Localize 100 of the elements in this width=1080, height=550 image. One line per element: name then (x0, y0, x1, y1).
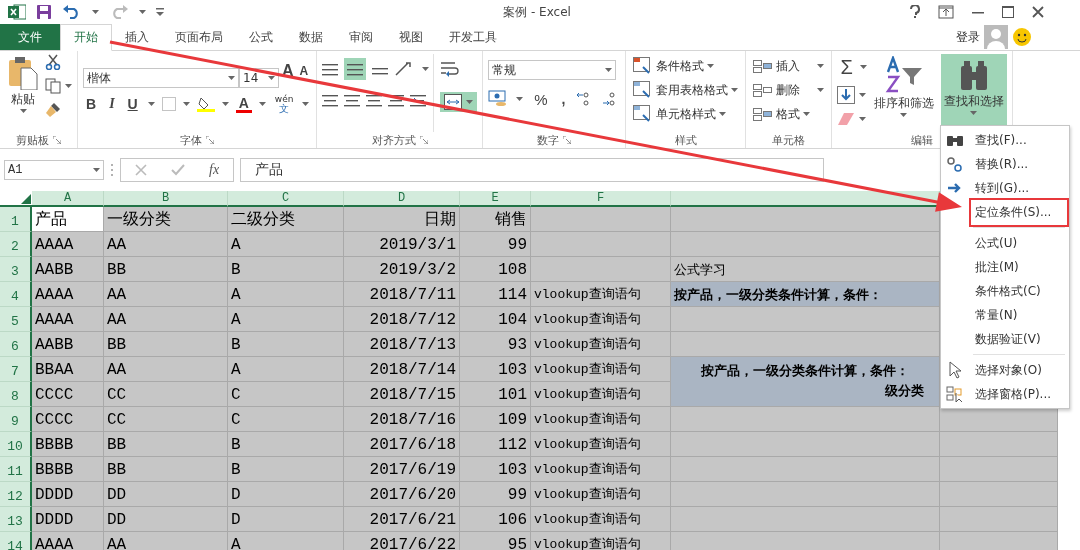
maximize-icon[interactable] (1002, 6, 1014, 18)
sign-in-link[interactable]: 登录 (956, 28, 980, 46)
ribbon-display-options-icon[interactable] (938, 5, 954, 19)
dropdown-caret-icon[interactable] (731, 88, 739, 92)
cells-menu-button[interactable]: 删除 (751, 80, 827, 100)
dropdown-caret-icon[interactable] (92, 10, 99, 14)
row-header[interactable]: 2 (0, 232, 32, 257)
dropdown-caret-icon[interactable] (970, 111, 978, 115)
close-icon[interactable] (1032, 6, 1044, 18)
ribbon-tab[interactable]: 插入 (112, 24, 162, 50)
save-icon[interactable] (36, 4, 52, 20)
dropdown-caret-icon[interactable] (258, 102, 266, 106)
copy-icon[interactable] (45, 78, 61, 94)
dialog-launcher-icon[interactable] (563, 136, 572, 144)
shrink-font-button[interactable]: A (296, 64, 312, 78)
wrap-text-icon[interactable] (440, 60, 461, 78)
italic-button[interactable]: I (106, 96, 118, 112)
row-header[interactable]: 3 (0, 257, 32, 282)
dropdown-caret-icon[interactable] (147, 102, 155, 106)
ribbon-tab[interactable]: 页面布局 (162, 24, 236, 50)
formula-field[interactable]: 产品 (240, 158, 825, 182)
menu-item[interactable]: 替换(R)... (969, 151, 1035, 177)
dropdown-caret-icon[interactable] (516, 97, 524, 101)
align-left-icon[interactable] (322, 92, 339, 108)
percent-button[interactable]: % (531, 90, 551, 108)
menu-item[interactable]: 常量(N) (969, 302, 1024, 328)
dropdown-caret-icon[interactable] (268, 76, 275, 80)
column-header[interactable]: E (460, 191, 531, 207)
ribbon-tab[interactable]: 公式 (236, 24, 286, 50)
file-tab[interactable]: 文件 (0, 24, 60, 50)
column-header[interactable]: F (531, 191, 671, 207)
align-top-icon[interactable] (322, 61, 339, 77)
dropdown-caret-icon[interactable] (900, 113, 908, 117)
styles-menu-button[interactable]: 单元格样式 (631, 104, 729, 124)
align-middle-icon[interactable] (344, 58, 367, 80)
row-header[interactable]: 9 (0, 407, 32, 432)
format-painter-icon[interactable] (45, 102, 61, 118)
font-name-field[interactable]: 楷体 (83, 68, 239, 88)
dialog-launcher-icon[interactable] (419, 136, 428, 144)
dropdown-caret-icon[interactable] (65, 84, 72, 88)
ribbon-tab[interactable]: 数据 (286, 24, 336, 50)
dropdown-caret-icon[interactable] (19, 109, 27, 113)
ribbon-tab[interactable]: 审阅 (336, 24, 386, 50)
column-header[interactable]: D (344, 191, 460, 207)
row-header[interactable]: 10 (0, 432, 32, 457)
styles-menu-button[interactable]: 条件格式 (631, 56, 717, 76)
row-header[interactable]: 12 (0, 482, 32, 507)
dropdown-caret-icon[interactable] (605, 68, 613, 72)
dropdown-caret-icon[interactable] (422, 67, 430, 71)
menu-item[interactable]: 公式(U) (969, 230, 1024, 256)
styles-menu-button[interactable]: 套用表格格式 (631, 80, 741, 100)
customize-toolbar-icon[interactable] (156, 8, 164, 16)
dialog-launcher-icon[interactable] (53, 136, 61, 144)
row-header[interactable]: 11 (0, 457, 32, 482)
select-all-icon[interactable] (21, 194, 31, 204)
phonetic-guide-button[interactable]: wén 文 (272, 94, 296, 114)
dropdown-caret-icon[interactable] (803, 112, 811, 116)
dropdown-caret-icon[interactable] (817, 64, 825, 68)
underline-button[interactable]: U (124, 96, 141, 112)
ribbon-tab[interactable]: 开始 (60, 24, 112, 51)
row-header[interactable]: 7 (0, 357, 32, 382)
dialog-launcher-icon[interactable] (206, 136, 215, 144)
paste-button[interactable]: 粘贴 (5, 54, 41, 132)
row-header[interactable]: 8 (0, 382, 32, 407)
autosum-button[interactable]: Σ (837, 56, 856, 78)
menu-item[interactable]: 条件格式(C) (969, 278, 1047, 304)
number-format-field[interactable]: 常规 (488, 60, 617, 80)
cells-menu-button[interactable]: 格式 (751, 104, 813, 124)
row-header[interactable]: 5 (0, 307, 32, 332)
dropdown-caret-icon[interactable] (93, 168, 100, 172)
dropdown-caret-icon[interactable] (817, 88, 825, 92)
menu-item[interactable]: 选择窗格(P)... (969, 381, 1058, 407)
dropdown-caret-icon[interactable] (859, 117, 867, 121)
name-box[interactable]: A1 (4, 160, 104, 180)
dropdown-caret-icon[interactable] (466, 100, 474, 104)
dropdown-caret-icon[interactable] (182, 102, 190, 106)
align-right-icon[interactable] (366, 92, 383, 108)
currency-icon[interactable] (488, 90, 509, 108)
dropdown-caret-icon[interactable] (139, 10, 146, 14)
dropdown-caret-icon[interactable] (707, 64, 715, 68)
row-header[interactable]: 1 (0, 207, 32, 232)
spreadsheet-app-icon[interactable] (8, 4, 26, 20)
menu-item[interactable]: 数据验证(V) (969, 326, 1047, 352)
font-color-button[interactable]: A (235, 95, 252, 113)
fill-down-icon[interactable] (837, 86, 856, 104)
row-header[interactable]: 14 (0, 532, 32, 550)
dropdown-caret-icon[interactable] (859, 65, 867, 69)
help-icon[interactable] (910, 5, 920, 19)
row-header[interactable]: 6 (0, 332, 32, 357)
sort-filter-button[interactable]: 排序和筛选 (870, 54, 937, 132)
dropdown-caret-icon[interactable] (302, 102, 310, 106)
ribbon-tab[interactable]: 开发工具 (436, 24, 510, 50)
column-header[interactable]: B (104, 191, 228, 207)
bold-button[interactable]: B (83, 96, 100, 112)
comma-style-button[interactable]: , (558, 91, 569, 107)
row-header[interactable]: 4 (0, 282, 32, 307)
fill-color-icon[interactable] (196, 96, 215, 112)
menu-item[interactable]: 选择对象(O) (969, 357, 1048, 383)
align-center-icon[interactable] (344, 92, 361, 108)
menu-item[interactable]: 定位条件(S)... (969, 197, 1070, 227)
